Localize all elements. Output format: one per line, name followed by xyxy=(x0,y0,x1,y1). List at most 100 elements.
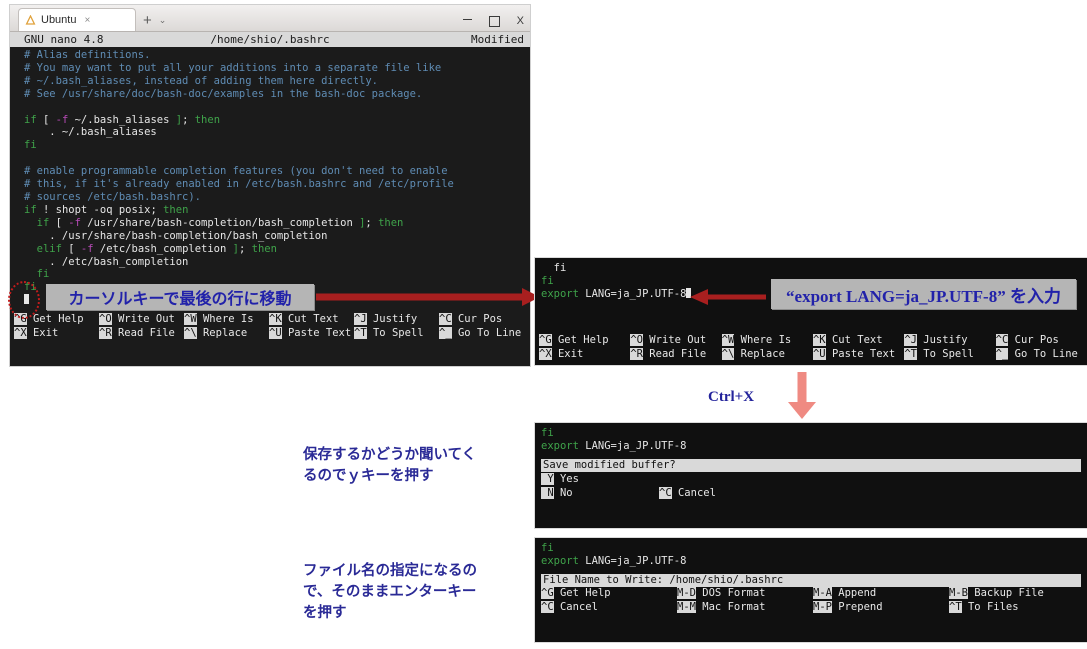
editor-line: # You may want to put all your additions… xyxy=(24,62,530,75)
shortcut-key: ^\ xyxy=(184,326,197,339)
editor-token xyxy=(24,217,37,229)
shortcut-item[interactable]: ^_ Go To Line xyxy=(995,347,1087,362)
panel2-line2: fi xyxy=(541,275,554,287)
shortcut-row-2: ^X Exit ^R Read File ^\ Replace ^U Paste Te… xyxy=(10,326,530,341)
shortcut-key: Y xyxy=(541,473,554,485)
shortcut-item[interactable]: ^\ Replace xyxy=(721,347,813,362)
shortcut-item[interactable]: M-M Mac Format xyxy=(677,600,813,615)
editor-token: . /usr/share/bash-completion/bash_comple… xyxy=(24,229,328,242)
editor-line: fi xyxy=(24,268,530,281)
editor-token: /etc/bash_completion xyxy=(93,242,233,255)
editor-token: # See /usr/share/doc/bash-doc/examples i… xyxy=(24,87,423,100)
editor-line: # enable programmable completion feature… xyxy=(24,165,530,178)
shortcut-item[interactable]: ^J Justify xyxy=(354,313,439,327)
panel4-shortcut-row-1: ^G Get Help M-D DOS Format M-A Append M-B B… xyxy=(535,587,1087,601)
shortcut-key: ^K xyxy=(812,334,826,346)
save-option-no[interactable]: N No xyxy=(541,486,659,501)
shortcut-item[interactable]: ^_ Go To Line xyxy=(439,326,524,341)
shortcut-item[interactable]: ^O Write Out xyxy=(99,313,184,327)
editor-token: if xyxy=(36,216,50,229)
terminal-tab-ubuntu[interactable]: Ubuntu × xyxy=(18,8,136,31)
editor-token: ; xyxy=(182,113,195,126)
nano-shortcut-bar: ^G Get Help ^O Write Out ^W Where Is ^K Cut… xyxy=(10,313,530,340)
save-option-row: N No ^C Cancel xyxy=(541,486,1087,501)
editor-token: -f xyxy=(80,242,94,255)
shortcut-label: Append xyxy=(831,587,877,599)
editor-token: then xyxy=(378,216,404,229)
editor-token: . /etc/bash_completion xyxy=(24,255,189,268)
shortcut-item[interactable]: ^U Paste Text xyxy=(269,326,354,341)
shortcut-item[interactable]: ^R Read File xyxy=(99,326,184,341)
editor-line: # ~/.bash_aliases, instead of adding the… xyxy=(24,75,530,88)
annotation-step1: カーソルキーで最後の行に移動 xyxy=(46,284,314,310)
tab-close-icon[interactable]: × xyxy=(84,15,90,26)
shortcut-item[interactable]: ^K Cut Text xyxy=(812,334,904,348)
editor-token: ~/.bash_aliases xyxy=(68,113,176,126)
shortcut-item[interactable]: ^\ Replace xyxy=(184,326,269,341)
shortcut-item[interactable]: ^X Exit xyxy=(539,347,630,362)
shortcut-item[interactable]: ^C Cur Pos xyxy=(439,313,524,327)
shortcut-item[interactable]: ^T To Spell xyxy=(354,326,439,341)
window-titlebar: Ubuntu × + ⌄ X xyxy=(10,5,530,32)
shortcut-item[interactable]: ^T To Spell xyxy=(904,347,995,362)
shortcut-key: ^X xyxy=(539,347,552,360)
panel3-line1: fi xyxy=(541,427,554,439)
editor-line: # Alias definitions. xyxy=(24,49,530,62)
shortcut-label: Read File xyxy=(642,347,707,360)
maximize-button[interactable] xyxy=(488,16,500,27)
save-option-yes[interactable]: Y Yes xyxy=(541,473,1087,487)
shortcut-key: ^K xyxy=(269,313,282,325)
shortcut-label: Exit xyxy=(26,326,59,339)
editor-token: if xyxy=(24,113,37,126)
filename-prompt[interactable]: File Name to Write: /home/shio/.bashrc xyxy=(541,574,1081,587)
shortcut-key: ^U xyxy=(269,326,282,339)
shortcut-key: ^O xyxy=(630,334,643,346)
shortcut-item[interactable]: ^O Write Out xyxy=(630,334,721,348)
shortcut-item[interactable]: ^G Get Help xyxy=(541,587,677,601)
shortcut-item[interactable]: ^K Cut Text xyxy=(269,313,354,327)
shortcut-item[interactable]: ^R Read File xyxy=(630,347,721,362)
editor-token: # Alias definitions. xyxy=(24,49,151,61)
shortcut-item[interactable]: M-D DOS Format xyxy=(677,587,813,601)
shortcut-item[interactable]: ^G Get Help xyxy=(539,334,630,348)
save-option-cancel[interactable]: ^C Cancel xyxy=(659,486,716,499)
shortcut-label: Paste Text xyxy=(825,347,896,360)
nano-editor-content[interactable]: # Alias definitions. # You may want to pu… xyxy=(10,47,530,307)
new-tab-button[interactable]: + xyxy=(143,13,152,28)
shortcut-item[interactable]: M-A Append xyxy=(813,587,949,601)
nano-filename: /home/shio/.bashrc xyxy=(210,33,330,46)
shortcut-item[interactable]: ^T To Files xyxy=(949,600,1085,615)
editor-token: # ~/.bash_aliases, instead of adding the… xyxy=(24,74,379,87)
annotation-step4-line1: ファイル名の指定になるの xyxy=(303,563,477,579)
editor-token: [ xyxy=(36,113,56,126)
shortcut-label: No xyxy=(553,486,573,499)
editor-line: # sources /etc/bash.bashrc). xyxy=(24,191,530,204)
shortcut-item[interactable]: ^W Where Is xyxy=(721,334,813,348)
editor-line: if [ -f ~/.bash_aliases ]; then xyxy=(24,114,530,127)
shortcut-key: ^X xyxy=(14,326,27,339)
editor-line: if [ -f /usr/share/bash-completion/bash_… xyxy=(24,217,530,230)
shortcut-item[interactable]: ^U Paste Text xyxy=(812,347,904,362)
editor-token: -f xyxy=(68,216,81,229)
shortcut-label: Mac Format xyxy=(695,600,766,613)
panel3-content: fi export LANG=ja_JP.UTF-8 xyxy=(535,423,1087,453)
shortcut-item[interactable]: M-B Backup File xyxy=(949,587,1085,601)
editor-token: fi xyxy=(24,139,37,152)
shortcut-item[interactable]: ^C Cancel xyxy=(541,600,677,615)
close-button[interactable]: X xyxy=(517,16,524,27)
shortcut-item[interactable]: ^W Where Is xyxy=(184,313,269,327)
shortcut-key: ^_ xyxy=(439,326,452,339)
shortcut-label: Where Is xyxy=(196,313,254,325)
shortcut-item[interactable]: ^J Justify xyxy=(904,334,995,348)
shortcut-item[interactable]: ^X Exit xyxy=(14,326,99,341)
shortcut-label: Cut Text xyxy=(825,334,883,346)
editor-token: # this, if it's already enabled in /etc/… xyxy=(24,178,454,191)
shortcut-label: To Spell xyxy=(916,347,974,360)
shortcut-item[interactable]: ^C Cur Pos xyxy=(995,334,1087,348)
editor-token: then xyxy=(156,203,189,216)
shortcut-item[interactable]: M-P Prepend xyxy=(813,600,949,615)
editor-token: /usr/share/bash-completion/bash_completi… xyxy=(80,216,360,229)
minimize-button[interactable] xyxy=(462,19,472,24)
chevron-down-icon[interactable]: ⌄ xyxy=(159,15,167,26)
